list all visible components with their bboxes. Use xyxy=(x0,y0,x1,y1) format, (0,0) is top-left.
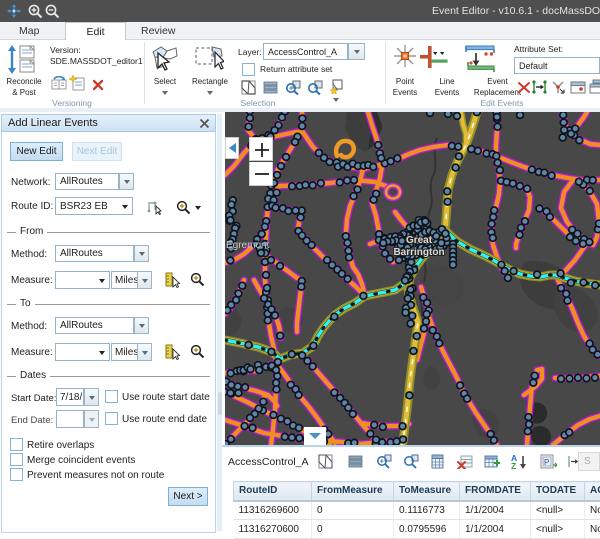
svg-text:+: + xyxy=(289,86,293,93)
svg-text:Egremont: Egremont xyxy=(226,240,270,251)
svg-text:P: P xyxy=(544,458,549,467)
svg-text:+: + xyxy=(380,459,384,466)
svg-text:Z: Z xyxy=(511,461,516,470)
svg-text:Great: Great xyxy=(406,235,433,246)
svg-text:Barrington: Barrington xyxy=(393,247,444,258)
